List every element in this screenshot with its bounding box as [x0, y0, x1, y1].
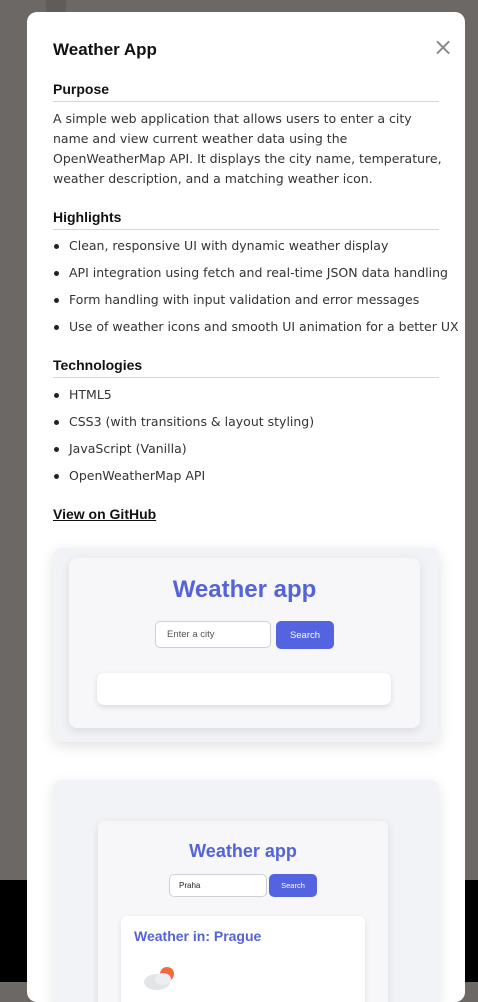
preview-search-button: Search: [269, 874, 317, 897]
preview-city-input: Enter a city: [155, 621, 271, 648]
list-item: HTML5: [53, 385, 453, 412]
close-button[interactable]: ×: [432, 35, 454, 59]
technologies-list: HTML5 CSS3 (with transitions & layout st…: [53, 385, 453, 493]
highlights-heading: Highlights: [53, 209, 439, 230]
app-preview-card: Weather app Enter a city Search: [69, 558, 420, 728]
preview-city-input: Praha: [169, 874, 267, 897]
github-link[interactable]: View on GitHub: [53, 506, 156, 522]
purpose-heading: Purpose: [53, 81, 439, 102]
list-item: Form handling with input validation and …: [53, 290, 453, 317]
purpose-text: A simple web application that allows use…: [53, 111, 442, 186]
preview-app-title: Weather app: [172, 576, 317, 603]
modal-title: Weather App: [53, 40, 157, 59]
list-item: Use of weather icons and smooth UI anima…: [53, 317, 459, 344]
background-page-fragment: [46, 0, 66, 12]
list-item: CSS3 (with transitions & layout styling): [53, 412, 453, 439]
list-item: API integration using fetch and real-tim…: [53, 263, 453, 290]
preview-weather-heading: Weather in: Prague: [134, 928, 262, 944]
list-item: Clean, responsive UI with dynamic weathe…: [53, 236, 453, 263]
list-item: OpenWeatherMap API: [53, 466, 453, 493]
highlights-list: Clean, responsive UI with dynamic weathe…: [53, 236, 459, 344]
list-item: JavaScript (Vanilla): [53, 439, 453, 466]
preview-app-title: Weather app: [189, 841, 297, 861]
preview-weather-result: Weather in: Prague: [121, 916, 365, 1002]
project-modal: Weather App × Purpose A simple web appli…: [27, 12, 465, 1002]
preview-result-box: [97, 673, 391, 705]
partly-cloudy-icon: [144, 967, 174, 990]
screenshot-result-state: Weather app Praha Search Weather in: Pra…: [53, 780, 439, 1002]
preview-search-button: Search: [276, 621, 334, 649]
app-preview-card: Weather app Praha Search Weather in: Pra…: [98, 821, 388, 1002]
screenshot-empty-state: Weather app Enter a city Search: [53, 548, 439, 742]
technologies-heading: Technologies: [53, 357, 439, 378]
